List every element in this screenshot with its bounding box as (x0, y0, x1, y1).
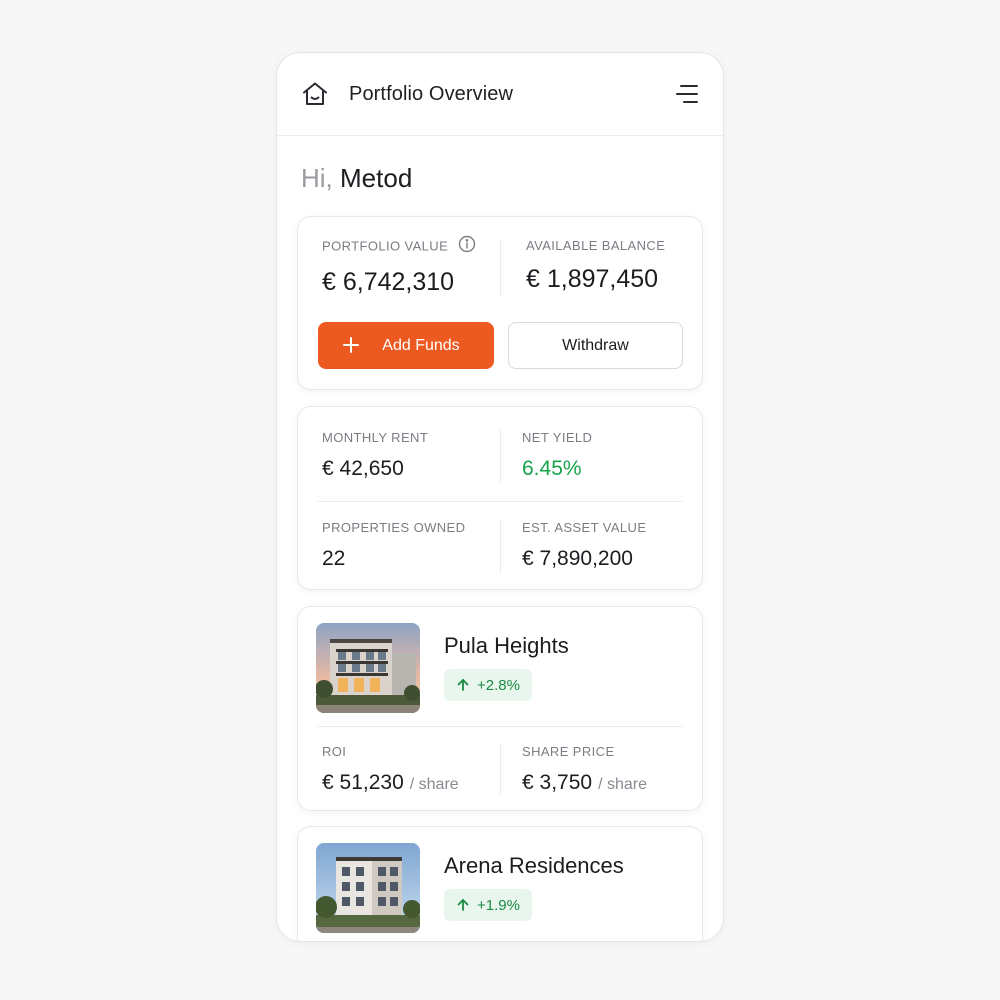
divider (500, 744, 501, 794)
properties-owned-block: PROPERTIES OWNED 22 (322, 520, 465, 571)
divider (500, 239, 501, 297)
roi-value: € 51,230 (322, 771, 404, 794)
share-price-label: SHARE PRICE (522, 744, 615, 759)
est-asset-value-label: EST. ASSET VALUE (522, 520, 647, 535)
property-card[interactable]: Pula Heights +2.8% ROI € 51,230 / share S… (297, 606, 703, 811)
divider (500, 519, 501, 573)
property-card[interactable]: Arena Residences +1.9% (297, 826, 703, 941)
available-balance-label: AVAILABLE BALANCE (526, 238, 666, 253)
withdraw-button[interactable]: Withdraw (508, 322, 683, 369)
change-value: +2.8% (477, 676, 520, 694)
roi-block: ROI € 51,230 / share (322, 744, 459, 795)
change-badge: +1.9% (444, 889, 532, 921)
roi-unit: / share (409, 776, 459, 793)
share-price-block: SHARE PRICE € 3,750 / share (522, 744, 647, 795)
property-name: Pula Heights (444, 633, 569, 658)
portfolio-value-block: PORTFOLIO VALUE € 6,742,310 (322, 235, 476, 297)
stats-card: MONTHLY RENT € 42,650 NET YIELD 6.45% PR… (297, 406, 703, 590)
divider (318, 501, 682, 502)
user-name: Metod (340, 163, 413, 193)
est-asset-value-block: EST. ASSET VALUE € 7,890,200 (522, 520, 646, 571)
info-icon[interactable] (458, 235, 476, 256)
plus-icon (340, 334, 362, 361)
properties-owned-label: PROPERTIES OWNED (322, 520, 466, 535)
net-yield-block: NET YIELD 6.45% (522, 430, 592, 481)
share-price-unit: / share (598, 776, 647, 793)
balance-card: PORTFOLIO VALUE € 6,742,310 AVAILABLE BA… (297, 216, 703, 390)
page-title: Portfolio Overview (349, 82, 514, 105)
menu-icon[interactable] (675, 83, 699, 105)
divider (318, 726, 682, 727)
add-funds-button[interactable]: Add Funds (318, 322, 494, 369)
monthly-rent-block: MONTHLY RENT € 42,650 (322, 430, 428, 481)
withdraw-label: Withdraw (562, 336, 629, 354)
monthly-rent-label: MONTHLY RENT (322, 430, 429, 445)
add-funds-label: Add Funds (382, 336, 460, 354)
portfolio-value-label: PORTFOLIO VALUE (322, 238, 449, 254)
net-yield-label: NET YIELD (522, 430, 593, 445)
divider (500, 429, 501, 483)
home-icon[interactable] (301, 80, 329, 108)
available-balance-block: AVAILABLE BALANCE € 1,897,450 (526, 238, 665, 294)
roi-label: ROI (322, 744, 347, 759)
change-badge: +2.8% (444, 669, 532, 701)
property-image (316, 843, 420, 933)
available-balance: € 1,897,450 (526, 265, 659, 293)
app-frame: Portfolio Overview Hi, Metod PORTFOLIO V… (276, 52, 724, 942)
properties-owned-value: 22 (322, 547, 346, 570)
property-image (316, 623, 420, 713)
change-value: +1.9% (477, 896, 520, 914)
arrow-up-icon (457, 679, 469, 691)
greeting-hi: Hi, (301, 163, 333, 193)
est-asset-value: € 7,890,200 (522, 547, 633, 570)
net-yield-value: 6.45% (522, 457, 582, 480)
greeting: Hi, Metod (301, 163, 412, 194)
property-name: Arena Residences (444, 853, 624, 878)
portfolio-value: € 6,742,310 (322, 268, 455, 296)
monthly-rent-value: € 42,650 (322, 457, 404, 480)
arrow-up-icon (457, 899, 469, 911)
share-price-value: € 3,750 (522, 771, 593, 794)
app-header: Portfolio Overview (277, 53, 723, 136)
